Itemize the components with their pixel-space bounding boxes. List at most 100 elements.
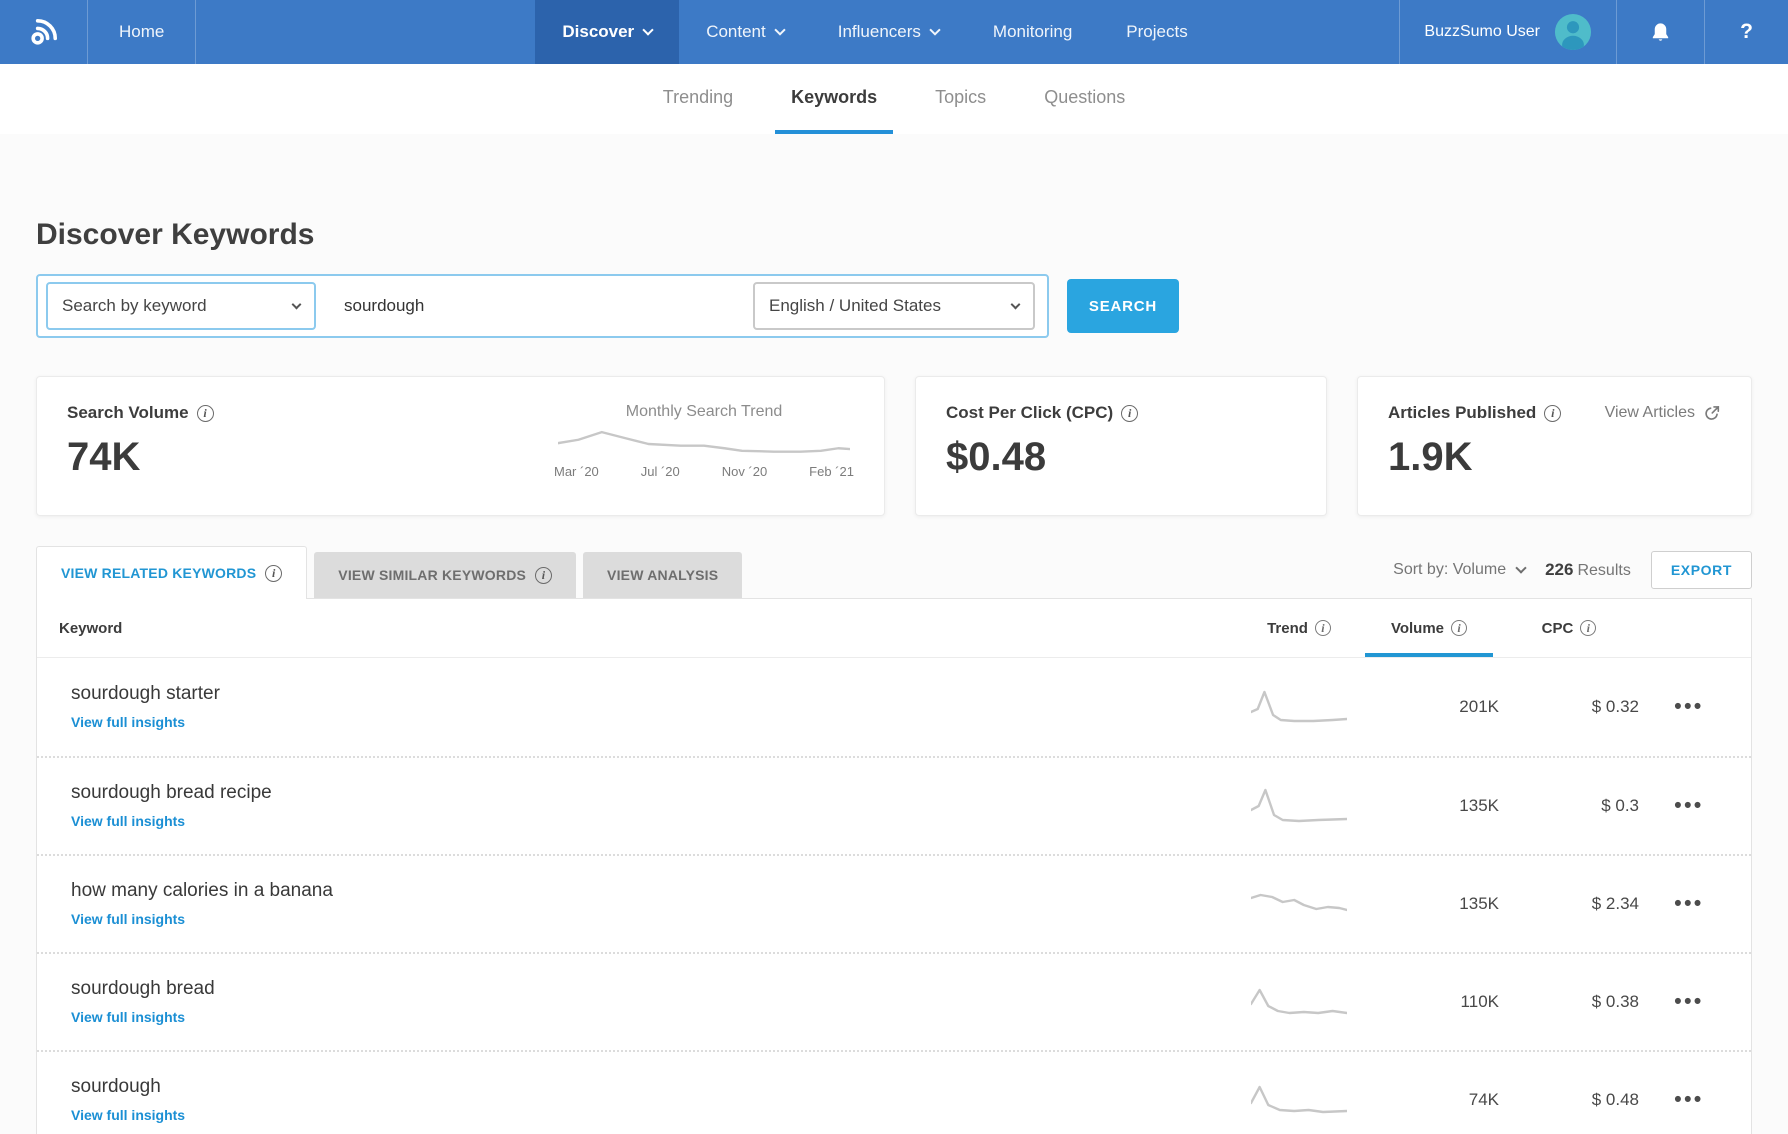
chevron-down-icon [292,300,302,310]
view-full-insights-link[interactable]: View full insights [71,1009,185,1025]
keyword-trend-sparkline [1251,884,1347,924]
rtab-label: VIEW RELATED KEYWORDS [61,565,256,581]
search-volume-left: Search Volume 74K [67,403,214,489]
notifications-button[interactable] [1616,0,1704,64]
row-menu-button[interactable]: ••• [1674,695,1704,718]
view-full-insights-link[interactable]: View full insights [71,714,185,730]
nav-item-projects[interactable]: Projects [1099,0,1214,64]
monthly-trend-line [558,427,850,461]
chevron-down-icon [774,24,785,35]
buzzsumo-logo-icon [26,14,62,50]
nav-item-label: Monitoring [993,22,1072,42]
keyword-row: sourdough View full insights 74K $ 0.48 … [37,1050,1751,1134]
keyword-cpc: $ 2.34 [1499,894,1639,914]
cpc-card: Cost Per Click (CPC) $0.48 [915,376,1327,516]
column-volume-sorted[interactable]: Volume [1359,599,1499,657]
row-menu-button[interactable]: ••• [1674,1088,1704,1111]
discover-tabbar: Trending Keywords Topics Questions [0,64,1788,134]
column-cpc[interactable]: CPC [1499,599,1639,657]
nav-right: BuzzSumo User ? [1399,0,1788,64]
trend-tick: Jul ´20 [641,464,680,479]
table-header: Keyword Trend Volume CPC [37,599,1751,658]
tab-questions[interactable]: Questions [1028,64,1141,134]
column-trend[interactable]: Trend [1239,599,1359,657]
monthly-trend-block: Monthly Search Trend Mar ´20Jul ´20Nov ´… [554,403,854,489]
nav-item-label: Projects [1126,22,1187,42]
keyword-title: how many calories in a banana [71,880,1239,902]
info-icon[interactable] [1580,620,1596,636]
articles-value: 1.9K [1388,435,1721,480]
view-full-insights-link[interactable]: View full insights [71,813,185,829]
view-full-insights-link[interactable]: View full insights [71,911,185,927]
search-mode-value: Search by keyword [62,296,207,316]
keyword-row: how many calories in a banana View full … [37,854,1751,952]
sort-by-dropdown[interactable]: Sort by: Volume [1393,561,1525,579]
column-keyword: Keyword [59,620,1239,637]
keyword-cpc: $ 0.32 [1499,697,1639,717]
keyword-trend-cell [1239,982,1359,1022]
chevron-down-icon [1011,300,1021,310]
keyword-title: sourdough bread [71,978,1239,1000]
info-icon[interactable] [535,567,552,584]
search-volume-label: Search Volume [67,403,189,423]
keyword-volume: 135K [1359,796,1499,816]
info-icon[interactable] [1121,405,1138,422]
chevron-down-icon [643,24,654,35]
tab-view-analysis[interactable]: VIEW ANALYSIS [583,552,742,598]
info-icon[interactable] [1544,405,1561,422]
keyword-trend-cell [1239,1080,1359,1120]
results-count: 226Results [1545,560,1631,580]
trend-tick: Feb ´21 [809,464,854,479]
tab-topics[interactable]: Topics [919,64,1002,134]
view-articles-link[interactable]: View Articles [1605,404,1721,422]
search-mode-select[interactable]: Search by keyword [46,282,316,330]
tab-keywords[interactable]: Keywords [775,64,893,134]
search-input[interactable] [344,296,753,316]
avatar [1554,13,1592,51]
keyword-trend-cell [1239,884,1359,924]
keyword-trend-sparkline [1251,982,1347,1022]
help-button[interactable]: ? [1704,0,1788,64]
nav-item-monitoring[interactable]: Monitoring [966,0,1099,64]
articles-label: Articles Published [1388,403,1536,423]
nav-items: Home DiscoverContentInfluencers Monitoring… [88,0,1215,64]
trend-tick: Nov ´20 [722,464,768,479]
keyword-trend-cell [1239,786,1359,826]
keyword-title: sourdough starter [71,683,1239,705]
tab-label: Topics [935,87,986,108]
info-icon[interactable] [197,405,214,422]
info-icon[interactable] [1451,620,1467,636]
nav-item-discover[interactable]: Discover [535,0,679,64]
row-menu-button[interactable]: ••• [1674,990,1704,1013]
keyword-row: sourdough starter View full insights 201… [37,658,1751,756]
tab-view-related-keywords[interactable]: VIEW RELATED KEYWORDS [36,546,307,599]
monthly-trend-title: Monthly Search Trend [626,403,783,421]
top-nav: Home DiscoverContentInfluencers Monitoring… [0,0,1788,64]
language-value: English / United States [769,296,941,316]
view-full-insights-link[interactable]: View full insights [71,1107,185,1123]
info-icon[interactable] [1315,620,1331,636]
tab-trending[interactable]: Trending [647,64,749,134]
nav-item-content[interactable]: Content [679,0,811,64]
buzzsumo-logo[interactable] [0,0,88,64]
keyword-trend-sparkline [1251,786,1347,826]
keywords-table: Keyword Trend Volume CPC sourdough start… [36,598,1752,1134]
keyword-volume: 201K [1359,697,1499,717]
nav-item-home[interactable]: Home [88,0,196,64]
keyword-volume: 135K [1359,894,1499,914]
rtab-label: VIEW ANALYSIS [607,567,718,583]
page-title: Discover Keywords [36,134,1752,252]
keyword-row: sourdough bread View full insights 110K … [37,952,1751,1050]
tab-view-similar-keywords[interactable]: VIEW SIMILAR KEYWORDS [314,552,576,598]
help-icon: ? [1740,20,1753,44]
cpc-value: $0.48 [946,435,1296,480]
row-menu-button[interactable]: ••• [1674,794,1704,817]
user-menu[interactable]: BuzzSumo User [1399,0,1616,64]
main-content: Discover Keywords Search by keyword Engl… [0,134,1788,1134]
export-button[interactable]: EXPORT [1651,551,1752,589]
language-select[interactable]: English / United States [753,282,1035,330]
nav-item-influencers[interactable]: Influencers [811,0,966,64]
info-icon[interactable] [265,565,282,582]
row-menu-button[interactable]: ••• [1674,892,1704,915]
search-button[interactable]: SEARCH [1067,279,1179,333]
